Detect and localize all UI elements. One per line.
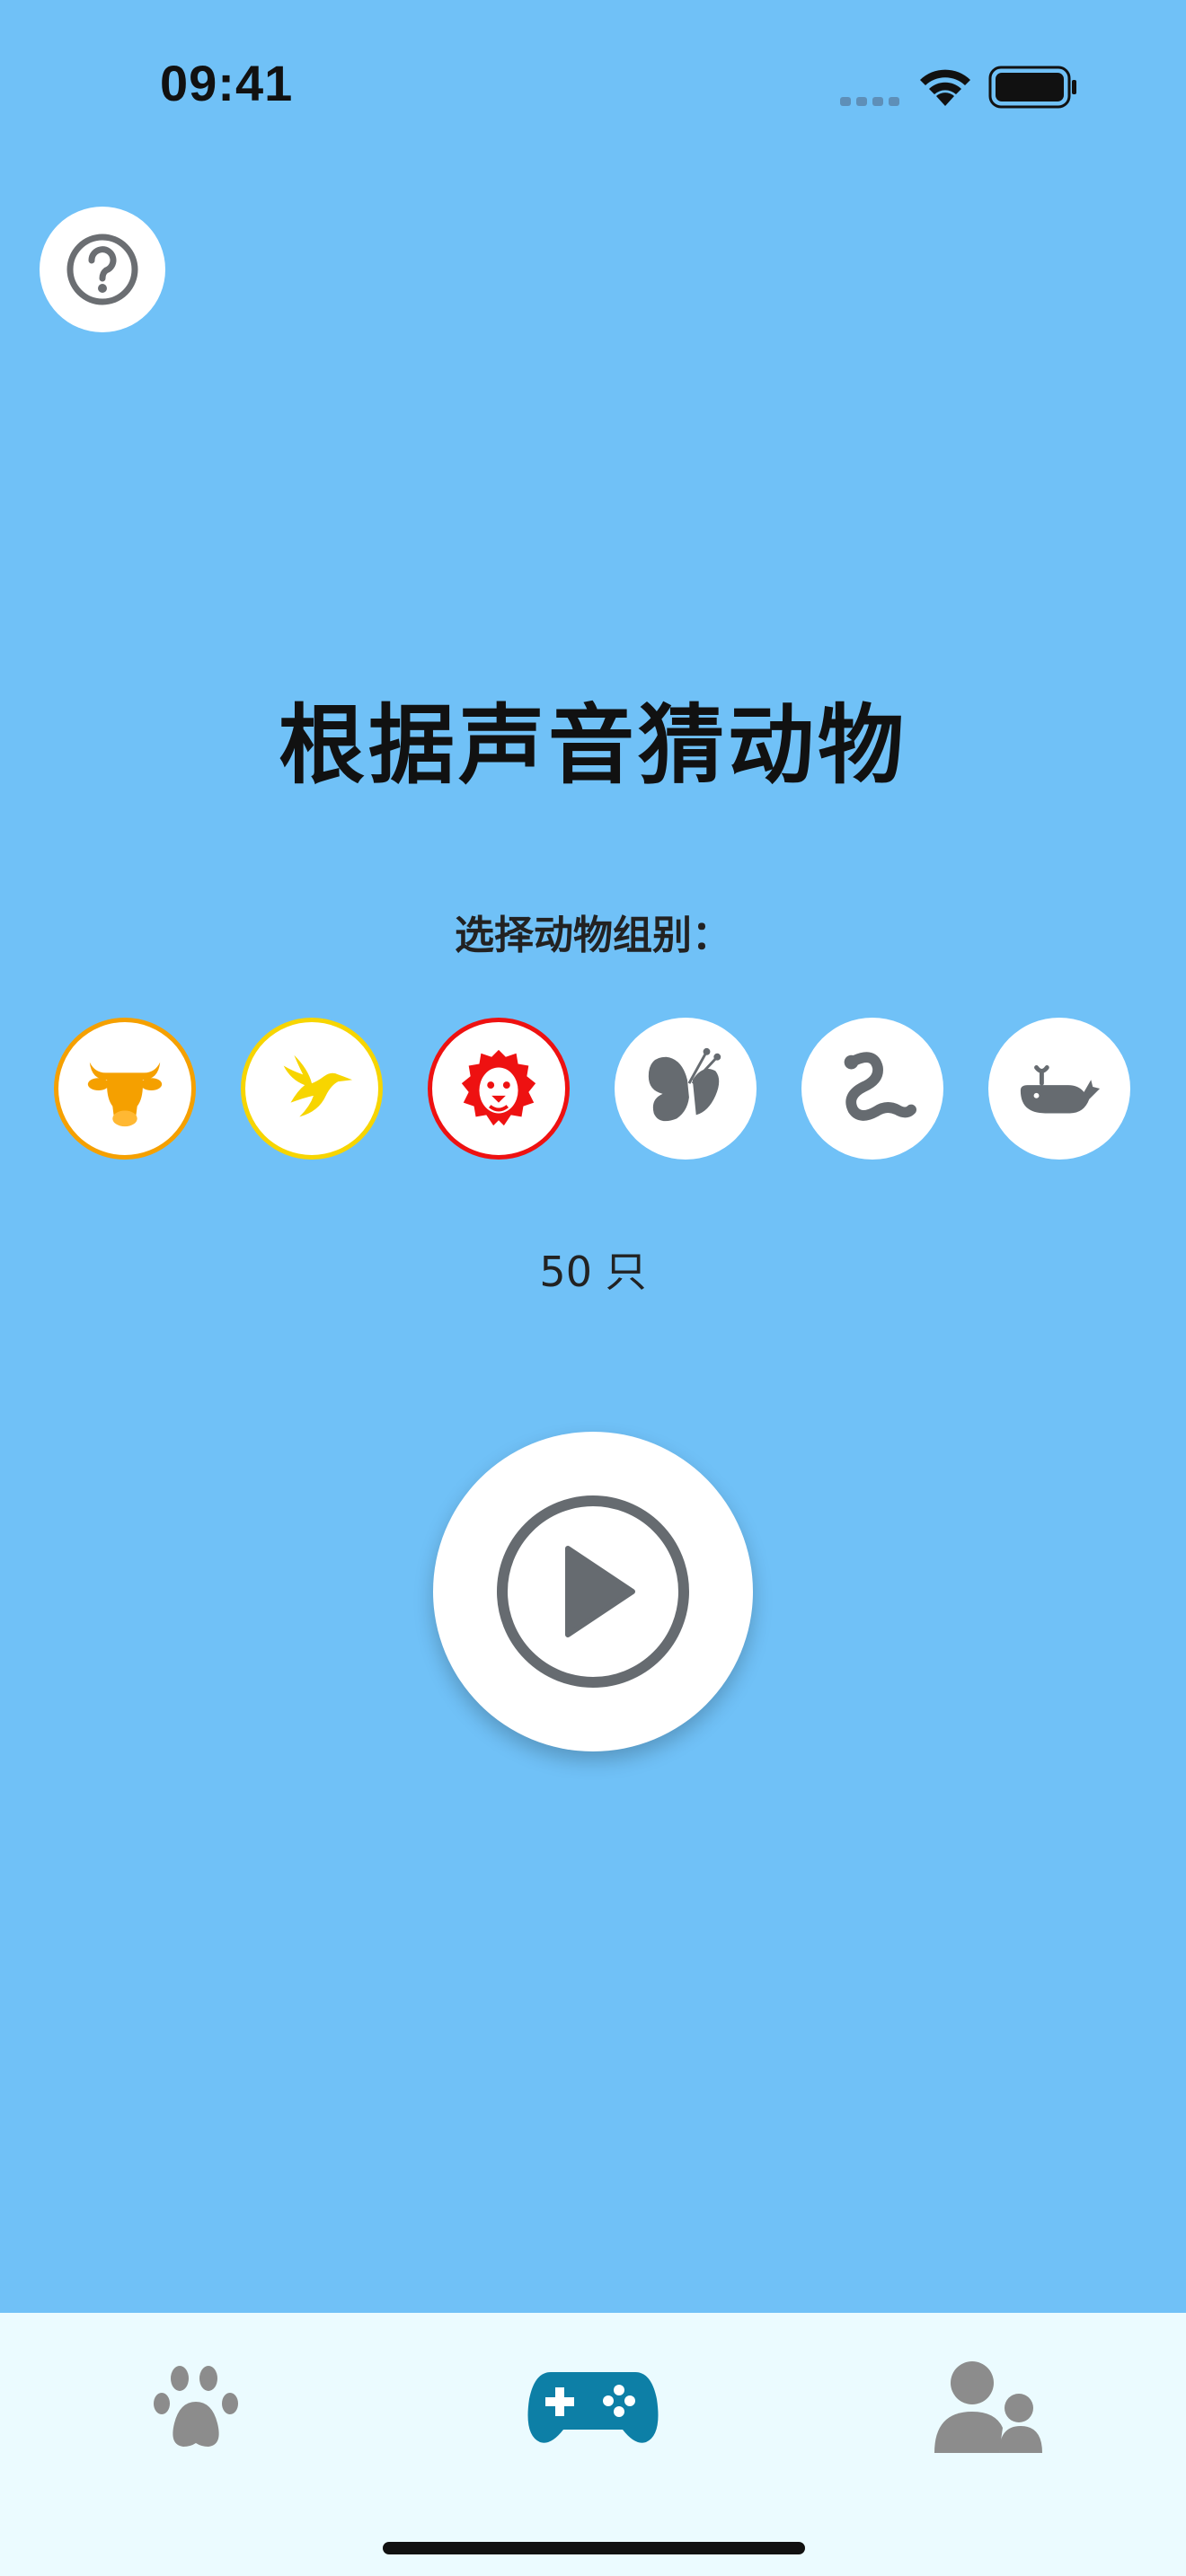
group-button-lion[interactable] — [428, 1018, 570, 1160]
bird-icon — [283, 1054, 353, 1117]
battery-icon — [988, 66, 1076, 109]
status-time: 09:41 — [160, 55, 294, 111]
snake-icon — [844, 1052, 916, 1121]
animal-count: 50 只 — [539, 1248, 647, 1296]
tab-bar — [0, 2313, 1186, 2576]
gamepad-icon — [527, 2372, 659, 2443]
tab-animals[interactable] — [0, 2313, 395, 2501]
lion-icon — [461, 1049, 536, 1126]
home-indicator — [383, 2542, 805, 2554]
play-button[interactable] — [433, 1432, 753, 1751]
users-icon — [934, 2361, 1042, 2453]
question-circle-icon — [66, 234, 138, 305]
tab-profile[interactable] — [791, 2313, 1186, 2501]
group-button-cow[interactable] — [54, 1018, 196, 1160]
animal-group-selector — [0, 1018, 1186, 1160]
butterfly-icon — [648, 1047, 721, 1122]
tab-game[interactable] — [395, 2313, 791, 2501]
status-bar: 09:41 — [0, 0, 1186, 171]
group-select-label: 选择动物组别： — [455, 913, 731, 958]
page-title: 根据声音猜动物 — [279, 695, 907, 796]
group-button-whale[interactable] — [988, 1018, 1130, 1160]
group-button-butterfly[interactable] — [615, 1018, 757, 1160]
cow-icon — [87, 1062, 163, 1127]
paw-icon — [154, 2366, 238, 2447]
play-circle-icon — [497, 1495, 689, 1688]
cellular-signal-icon — [840, 97, 899, 106]
wifi-icon — [920, 69, 970, 106]
group-button-bird[interactable] — [241, 1018, 383, 1160]
group-button-snake[interactable] — [801, 1018, 943, 1160]
help-button[interactable] — [40, 207, 165, 332]
whale-icon — [1020, 1065, 1101, 1114]
